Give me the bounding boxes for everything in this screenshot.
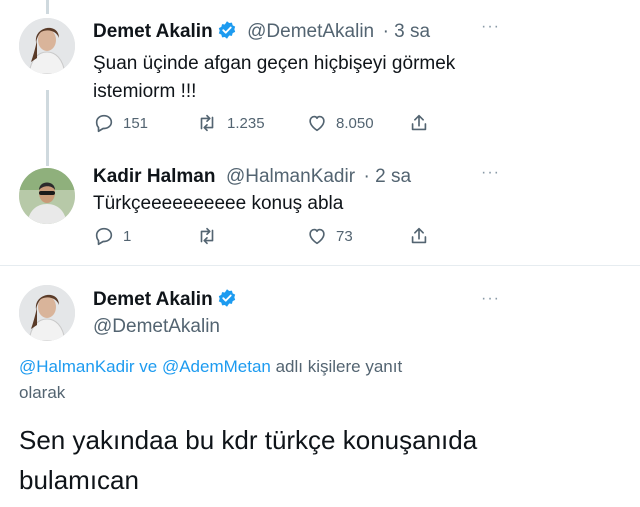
tweet-text-line: Sen yakındaa bu kdr türkçe konuşanıda: [19, 425, 478, 455]
avatar[interactable]: [19, 168, 75, 224]
like-icon: [306, 225, 328, 247]
tweet-header: Demet Akalin @DemetAkalin · 3 sa: [93, 20, 430, 45]
retweet-icon: [195, 112, 219, 134]
share-icon: [408, 225, 430, 247]
divider: [0, 265, 640, 266]
author-name[interactable]: Demet Akalin: [93, 21, 213, 42]
avatar[interactable]: [19, 285, 75, 341]
mention-link[interactable]: @AdemMetan: [162, 357, 271, 376]
like-icon: [306, 112, 328, 134]
like-count: 73: [336, 227, 353, 245]
avatar[interactable]: [19, 18, 75, 74]
share-icon: [408, 112, 430, 134]
verified-badge-icon: [217, 20, 237, 45]
reply-count: 1: [123, 227, 132, 245]
retweet-button[interactable]: 1.235: [195, 112, 265, 134]
replying-to: @HalmanKadir ve @AdemMetan adlı kişilere…: [19, 354, 499, 406]
reply-suffix: adlı kişilere yanıt: [270, 357, 403, 376]
like-button[interactable]: 8.050: [306, 112, 374, 134]
tweet-text: Türkçeeeeeeeeee konuş abla: [93, 193, 344, 214]
retweet-count: 1.235: [227, 114, 265, 132]
author-name[interactable]: Demet Akalin: [93, 289, 213, 310]
share-button[interactable]: [408, 112, 430, 134]
reply-connector: ve: [134, 357, 162, 376]
reply-icon: [93, 112, 115, 134]
reply-suffix-line2: olarak: [19, 383, 66, 402]
mention-link[interactable]: @HalmanKadir: [19, 357, 135, 376]
tweet-text: Şuan üçinde afgan geçen hiçbişeyi görmek…: [93, 50, 553, 106]
more-icon[interactable]: ···: [481, 290, 500, 308]
tweet-header: Demet Akalin: [93, 288, 237, 313]
author-handle[interactable]: @DemetAkalin: [93, 316, 220, 338]
thread-connector-top: [46, 0, 49, 14]
author-handle[interactable]: @DemetAkalin: [247, 21, 374, 42]
timestamp[interactable]: · 3 sa: [383, 21, 431, 42]
more-icon[interactable]: ···: [481, 18, 500, 36]
author-name[interactable]: Kadir Halman: [93, 166, 215, 187]
author-handle[interactable]: @HalmanKadir: [226, 166, 355, 187]
tweet-text-line: Şuan üçinde afgan geçen hiçbişeyi görmek: [93, 53, 456, 74]
tweet-text-line: bulamıcan: [19, 465, 139, 495]
reply-count: 151: [123, 114, 149, 132]
share-button[interactable]: [408, 225, 430, 247]
retweet-icon: [195, 225, 219, 247]
verified-badge-icon: [217, 288, 237, 313]
more-icon[interactable]: ···: [481, 164, 500, 182]
retweet-button[interactable]: [195, 225, 219, 247]
tweet-header: Kadir Halman @HalmanKadir · 2 sa: [93, 166, 411, 188]
reply-button[interactable]: 151: [93, 112, 148, 134]
like-count: 8.050: [336, 114, 374, 132]
like-button[interactable]: 73: [306, 225, 353, 247]
reply-icon: [93, 225, 115, 247]
tweet-text: Sen yakındaa bu kdr türkçe konuşanıda bu…: [19, 420, 619, 500]
timestamp[interactable]: · 2 sa: [364, 166, 412, 187]
thread-connector: [46, 90, 49, 166]
reply-button[interactable]: 1: [93, 225, 131, 247]
tweet-text-line: istemiorm !!!: [93, 81, 197, 102]
